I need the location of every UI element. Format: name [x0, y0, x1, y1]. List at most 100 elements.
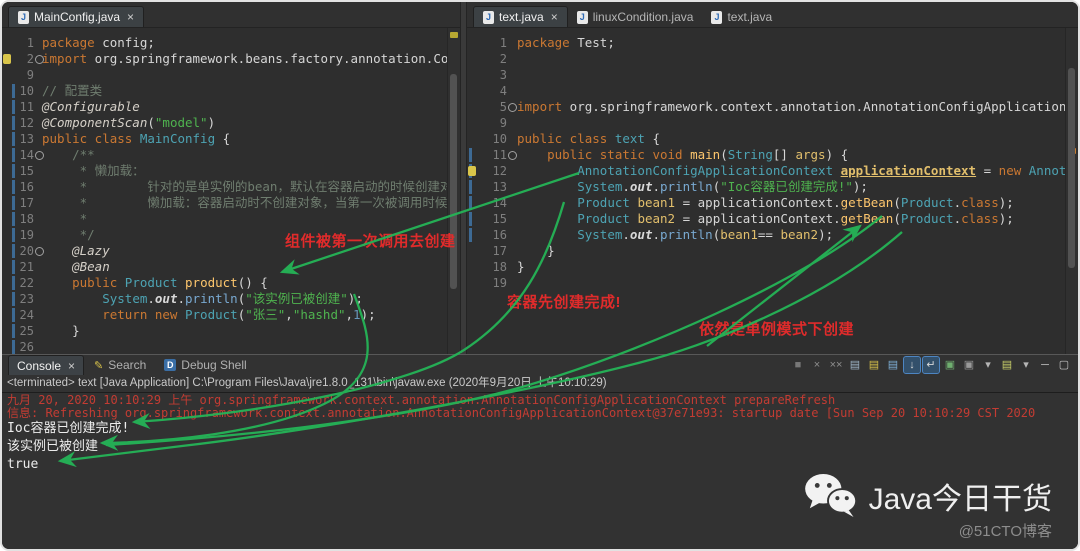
open-console-icon[interactable]: ▤ — [999, 357, 1015, 373]
fold-column — [507, 131, 515, 147]
code-text: @Bean — [42, 259, 110, 274]
remove-all-launches-icon[interactable]: ×× — [828, 357, 844, 373]
code-line: 17 * 懒加载：容器启动时不创建对象，当第一次被调用时候创建 — [2, 195, 448, 211]
fold-column — [34, 195, 40, 211]
line-number: 13 — [492, 180, 507, 194]
right-editor-scrollbar[interactable] — [1065, 28, 1078, 354]
close-tab-icon[interactable]: × — [551, 10, 558, 24]
line-number: 15 — [19, 164, 34, 178]
editor-tab-linuxCondition.java[interactable]: JlinuxCondition.java — [568, 7, 703, 27]
fold-toggle-icon[interactable] — [508, 103, 517, 112]
line-number: 23 — [19, 292, 34, 306]
console-status-line: <terminated> text [Java Application] C:\… — [2, 375, 1078, 393]
editor-tab-MainConfig.java[interactable]: J MainConfig.java × — [8, 6, 145, 27]
left-editor-code-area[interactable]: 1 package config; 2 import org.springframew… — [2, 28, 448, 354]
code-line: 18} — [467, 259, 1066, 275]
code-text: package config; — [42, 35, 155, 50]
line-number: 5 — [499, 100, 507, 114]
show-console-on-stdout-icon[interactable]: ↓ — [903, 356, 921, 374]
fold-column — [34, 291, 40, 307]
bulb-icon — [3, 54, 11, 64]
gutter-marker-column — [2, 275, 12, 291]
fold-column — [34, 99, 40, 115]
line-number: 16 — [492, 228, 507, 242]
code-text: /** — [42, 147, 95, 162]
code-text: import org.springframework.beans.factory… — [42, 51, 448, 66]
close-tab-icon[interactable]: × — [127, 10, 134, 24]
line-number: 11 — [492, 148, 507, 162]
left-editor-pane: J MainConfig.java × 1 package config; 2 impor… — [2, 2, 460, 354]
remove-launch-icon[interactable]: × — [809, 357, 825, 373]
gutter-marker-column — [2, 243, 12, 259]
tab-label: text.java — [499, 10, 544, 24]
code-text: System.out.println(bean1== bean2); — [577, 227, 834, 242]
code-line: 9 — [467, 115, 1066, 131]
gutter-marker-column — [467, 147, 479, 163]
line-number: 26 — [19, 340, 34, 354]
java-file-icon: J — [18, 10, 29, 24]
wechat-icon — [804, 474, 857, 517]
code-line: 10 // 配置类 — [2, 83, 448, 99]
fold-column — [507, 67, 515, 83]
maximize-view-icon[interactable]: ▢ — [1056, 357, 1072, 373]
gutter-marker-column — [467, 67, 479, 83]
show-console-on-stderr-icon[interactable]: ↵ — [922, 356, 940, 374]
left-editor-scrollbar[interactable] — [447, 28, 460, 354]
close-tab-icon[interactable]: × — [68, 359, 75, 373]
fold-column — [34, 83, 40, 99]
code-line: 3 — [467, 67, 1066, 83]
code-text: public Product product() { — [42, 275, 268, 290]
fold-toggle-icon[interactable] — [35, 55, 44, 64]
right-scrollbar-thumb[interactable] — [1068, 68, 1075, 268]
editor-splitter[interactable] — [460, 2, 467, 354]
code-text: return new Product("张三","hashd",1); — [42, 307, 376, 322]
code-text: AnnotationConfigApplicationContext appli… — [577, 163, 1066, 178]
line-number: 2 — [26, 52, 34, 66]
console-tab-Search[interactable]: ✎ Search — [86, 356, 154, 375]
console-tab-Console[interactable]: ▦Console× — [8, 355, 85, 375]
gutter-marker-column — [467, 179, 479, 195]
code-text: import org.springframework.context.annot… — [517, 99, 1066, 114]
open-console-dropdown-icon[interactable]: ▾ — [1018, 357, 1034, 373]
fold-column — [507, 259, 515, 275]
gutter-marker-column — [2, 131, 12, 147]
red-annotation: 依然是单例模式下创建 — [699, 321, 855, 338]
code-text: // 配置类 — [42, 83, 103, 98]
fold-toggle-icon[interactable] — [35, 151, 44, 160]
fold-toggle-icon[interactable] — [508, 151, 517, 160]
code-line: 17 } — [467, 243, 1066, 259]
line-number: 10 — [492, 132, 507, 146]
minimize-view-icon[interactable]: ─ — [1037, 357, 1053, 373]
code-line: 1 package config; — [2, 35, 448, 51]
line-number: 12 — [19, 116, 34, 130]
pin-console-icon[interactable]: ▣ — [942, 357, 958, 373]
gutter-marker-column — [2, 51, 12, 67]
console-output[interactable]: 九月 20, 2020 10:10:29 上午 org.springframew… — [2, 393, 1078, 474]
gutter-marker-column — [2, 211, 12, 227]
gutter-marker-column — [2, 147, 12, 163]
fold-toggle-icon[interactable] — [35, 247, 44, 256]
gutter-marker-column — [2, 35, 12, 51]
display-selected-console-icon[interactable]: ▣ — [961, 357, 977, 373]
line-number: 1 — [499, 36, 507, 50]
code-text: * 懒加载：容器启动时不创建对象，当第一次被调用时候创建 — [42, 195, 448, 210]
console-dropdown-icon[interactable]: ▾ — [980, 357, 996, 373]
console-tab-Debug Shell[interactable]: D Debug Shell — [156, 356, 254, 375]
editor-tab-text.java[interactable]: Jtext.java — [702, 7, 781, 27]
fold-column — [507, 115, 515, 131]
tab-label: MainConfig.java — [34, 10, 121, 24]
code-line: 21 @Bean — [2, 259, 448, 275]
scroll-lock-icon[interactable]: ▤ — [866, 357, 882, 373]
fold-column — [34, 323, 40, 339]
console-line-stdout: 该实例已被创建 — [7, 439, 99, 454]
word-wrap-icon[interactable]: ▤ — [885, 357, 901, 373]
code-line: 15 * 懒加载： — [2, 163, 448, 179]
editor-tab-text.java[interactable]: Jtext.java × — [473, 6, 568, 27]
gutter-marker-column — [467, 115, 479, 131]
clear-console-icon[interactable]: ▤ — [847, 357, 863, 373]
gutter-marker-column — [2, 99, 12, 115]
terminate-icon[interactable]: ■ — [790, 357, 806, 373]
gutter-marker-column — [2, 227, 12, 243]
left-scrollbar-thumb[interactable] — [450, 74, 457, 289]
